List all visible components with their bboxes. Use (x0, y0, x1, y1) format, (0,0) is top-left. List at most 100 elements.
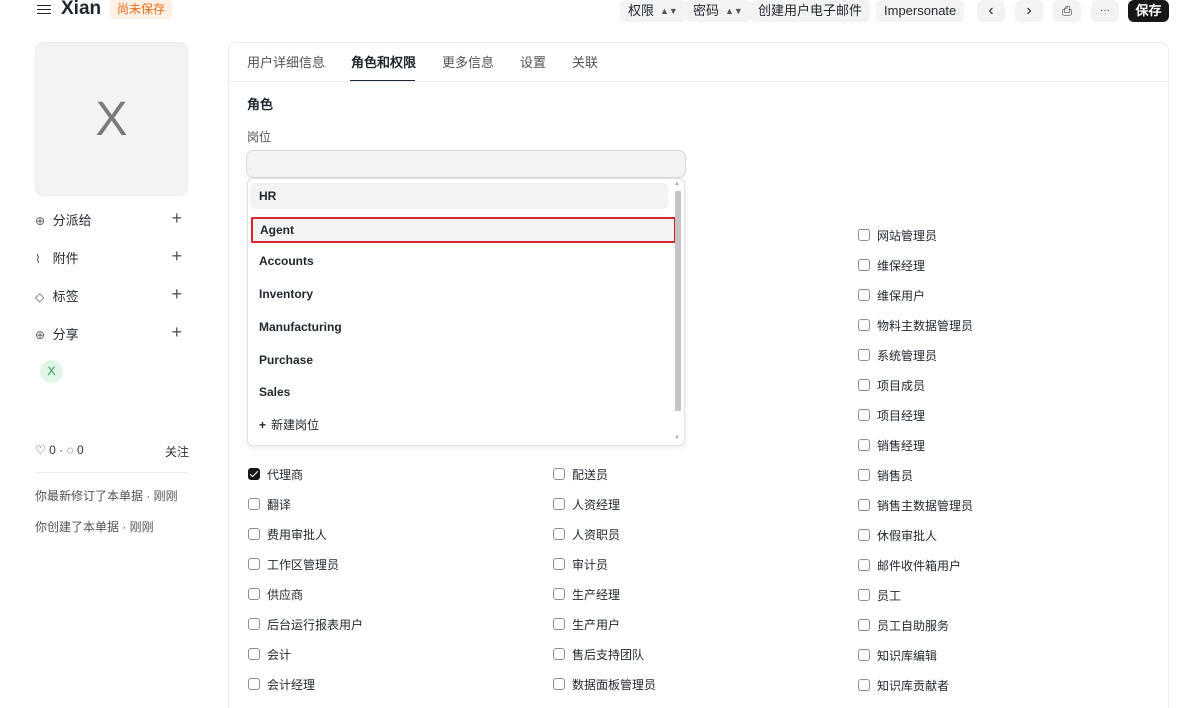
role-checkbox[interactable] (858, 259, 870, 271)
role-label: 供应商 (267, 588, 304, 602)
role-label: 员工 (877, 589, 902, 603)
section-title: 角色 (247, 97, 274, 112)
role-label: 知识库贡献者 (877, 679, 950, 693)
assign-icon: ⊕ (35, 214, 46, 228)
permissions-button[interactable]: 权限 ▲▼ (620, 0, 686, 22)
dropdown-option[interactable]: Agent (251, 217, 676, 243)
role-checkbox[interactable] (858, 409, 870, 421)
role-checkbox[interactable] (858, 649, 870, 661)
role-checkbox[interactable] (553, 618, 565, 630)
tabs-divider (229, 81, 1168, 82)
dropdown-scrollbar[interactable] (675, 191, 681, 411)
new-role-profile-label: 新建岗位 (271, 418, 320, 432)
role-checkbox[interactable] (858, 379, 870, 391)
comments-count: 0 (76, 443, 84, 457)
share-row: ⊕ 分享 + (35, 322, 188, 343)
role-checkbox[interactable] (858, 679, 870, 691)
more-icon[interactable]: ··· (1091, 0, 1119, 22)
role-checkbox[interactable] (553, 678, 565, 690)
role-checkbox[interactable] (553, 588, 565, 600)
tab-user-details[interactable]: 用户详细信息 (247, 52, 325, 71)
role-checkbox[interactable] (858, 289, 870, 301)
role-label: 数据面板管理员 (572, 678, 657, 692)
role-checkbox[interactable] (858, 499, 870, 511)
tab-connections[interactable]: 关联 (572, 52, 598, 71)
scroll-up-icon[interactable]: ▲ (673, 181, 681, 187)
status-badge: 尚未保存 (110, 0, 173, 19)
dropdown-option[interactable]: Sales (250, 379, 668, 405)
attachments-row: ⌇ 附件 + (35, 246, 188, 267)
activity-item: 你创建了本单据 · 刚刚 (35, 520, 154, 534)
role-checkbox[interactable] (553, 498, 565, 510)
save-button[interactable]: 保存 (1128, 0, 1169, 22)
menu-icon[interactable] (37, 2, 51, 16)
role-checkbox[interactable] (858, 619, 870, 631)
shared-user-avatar[interactable]: X (40, 360, 63, 383)
role-checkbox[interactable] (858, 439, 870, 451)
add-attachment-icon[interactable]: + (171, 246, 182, 267)
dropdown-option[interactable]: Purchase (250, 347, 668, 373)
heart-icon[interactable]: ♡ (35, 443, 46, 457)
role-checkbox[interactable] (858, 319, 870, 331)
role-checkbox[interactable] (248, 528, 260, 540)
role-checkbox[interactable] (248, 558, 260, 570)
role-label: 销售经理 (877, 439, 926, 453)
role-label: 休假审批人 (877, 529, 938, 543)
role-checkbox[interactable] (858, 469, 870, 481)
tab-more-info[interactable]: 更多信息 (442, 52, 494, 71)
role-checkbox[interactable] (553, 648, 565, 660)
role-checkbox[interactable] (858, 529, 870, 541)
next-icon[interactable]: › (1015, 0, 1043, 22)
role-checkbox[interactable] (248, 588, 260, 600)
dropdown-option[interactable]: Manufacturing (250, 314, 668, 340)
tags-row: ◇ 标签 + (35, 284, 188, 305)
role-checkbox[interactable] (858, 349, 870, 361)
role-label: 项目成员 (877, 379, 926, 393)
tab-settings[interactable]: 设置 (520, 52, 546, 71)
role-label: 人资职员 (572, 528, 621, 542)
role-checkbox[interactable] (858, 559, 870, 571)
role-checkbox[interactable] (248, 498, 260, 510)
add-share-icon[interactable]: + (171, 322, 182, 343)
updown-icon: ▲▼ (725, 6, 743, 16)
password-button[interactable]: 密码 ▲▼ (685, 0, 751, 22)
print-icon[interactable]: ⎙ (1053, 0, 1081, 22)
follow-link[interactable]: 关注 (165, 443, 189, 460)
role-label: 会计 (267, 648, 292, 662)
comment-icon[interactable]: ◌ (66, 443, 73, 457)
role-checkbox[interactable] (553, 558, 565, 570)
role-checkbox[interactable] (248, 468, 260, 480)
role-label: 后台运行报表用户 (267, 618, 364, 632)
tab-roles-permissions[interactable]: 角色和权限 (351, 52, 416, 71)
new-role-profile-option[interactable]: + 新建岗位 (250, 412, 668, 438)
role-checkbox[interactable] (858, 589, 870, 601)
role-label: 系统管理员 (877, 349, 938, 363)
role-checkbox[interactable] (248, 618, 260, 630)
likes-comments: ♡ 0 · ◌ 0 (35, 443, 84, 457)
role-label: 翻译 (267, 498, 292, 512)
role-label: 项目经理 (877, 409, 926, 423)
role-profile-input[interactable] (246, 150, 686, 178)
dropdown-option[interactable]: HR (250, 183, 668, 209)
role-checkbox[interactable] (248, 678, 260, 690)
avatar[interactable]: X (35, 42, 188, 196)
scroll-down-icon[interactable]: ▼ (673, 435, 681, 441)
role-label: 知识库编辑 (877, 649, 938, 663)
role-checkbox[interactable] (553, 468, 565, 480)
add-tag-icon[interactable]: + (171, 284, 182, 305)
paperclip-icon: ⌇ (35, 252, 41, 266)
create-email-button[interactable]: 创建用户电子邮件 (750, 0, 871, 22)
role-checkbox[interactable] (248, 648, 260, 660)
page-header: Xian 尚未保存 权限 ▲▼ 密码 ▲▼ 创建用户电子邮件 Impersonate… (0, 0, 1189, 22)
share-label: 分享 (52, 327, 79, 342)
dropdown-option[interactable]: Accounts (250, 248, 668, 274)
password-label: 密码 (693, 3, 720, 18)
dropdown-option[interactable]: Inventory (250, 281, 668, 307)
prev-icon[interactable]: ‹ (977, 0, 1005, 22)
role-label: 物料主数据管理员 (877, 319, 974, 333)
role-checkbox[interactable] (553, 528, 565, 540)
role-label: 生产经理 (572, 588, 621, 602)
role-checkbox[interactable] (858, 229, 870, 241)
add-assign-icon[interactable]: + (171, 208, 182, 229)
impersonate-button[interactable]: Impersonate (876, 0, 965, 22)
